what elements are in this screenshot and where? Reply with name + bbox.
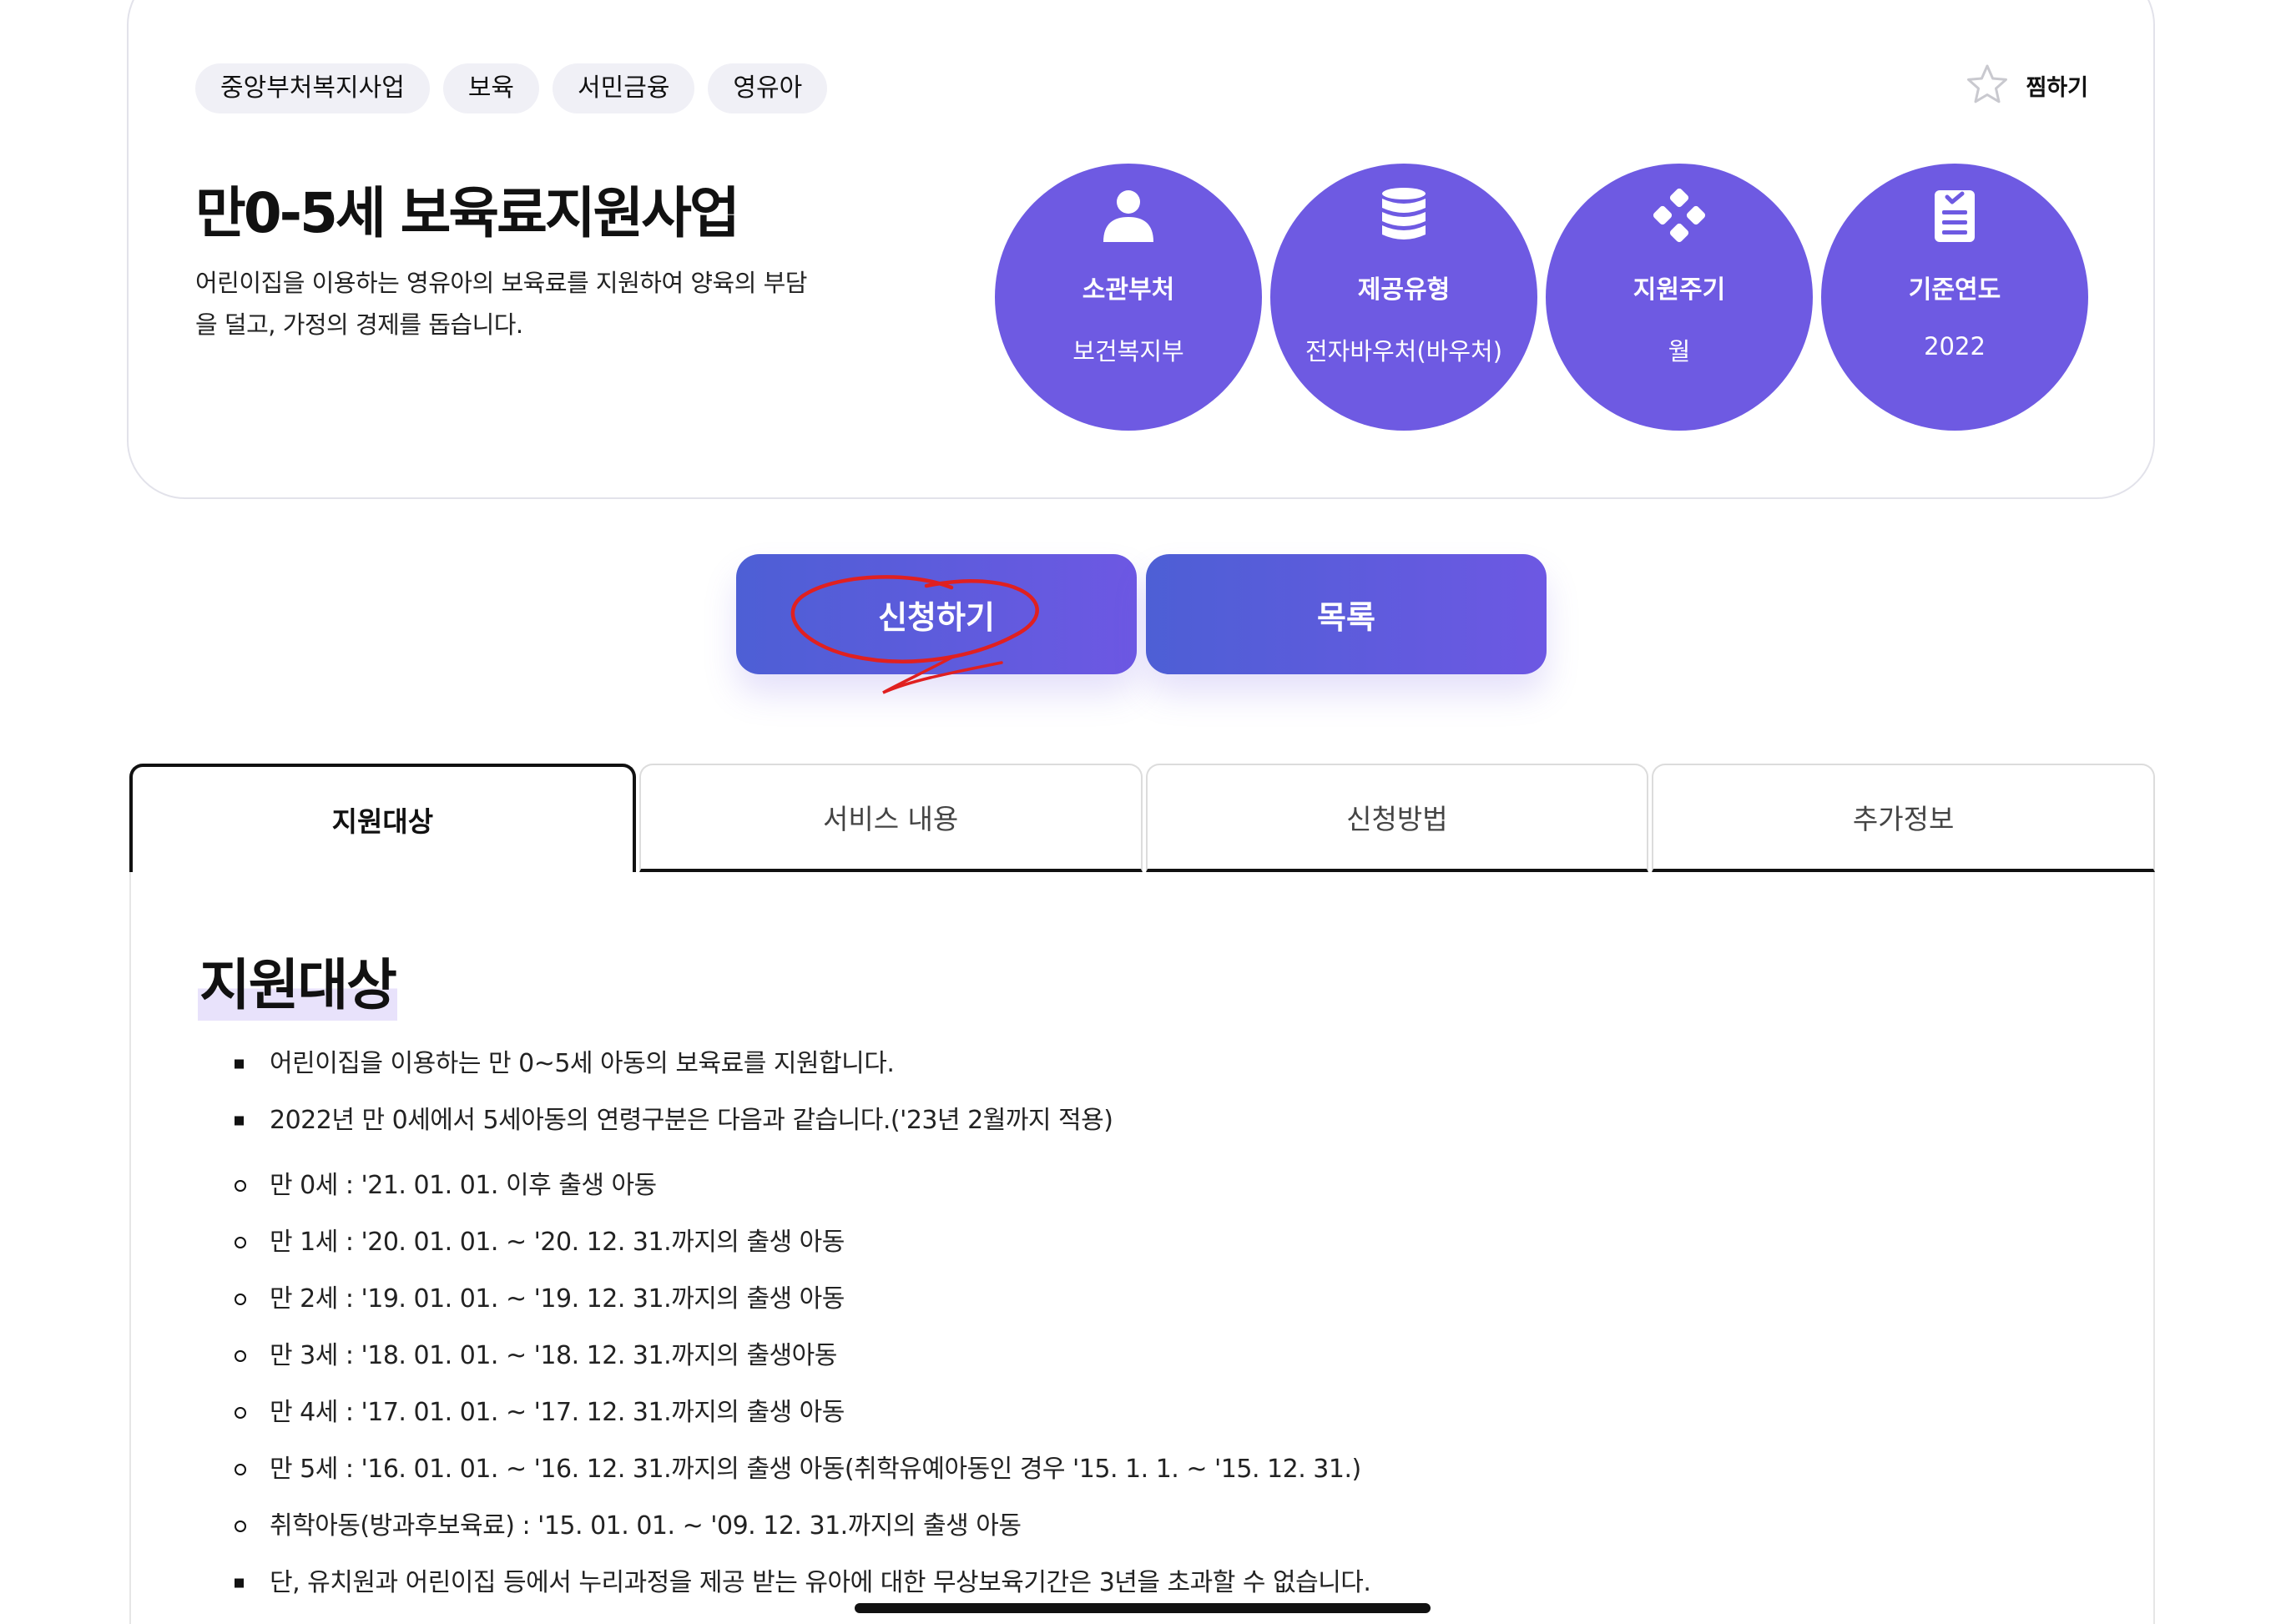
info-circles: 소관부처 보건복지부 제공유형 전자바우처(바우처) 지원주기 월 기준연도 2… bbox=[995, 164, 2088, 431]
info-value: 2022 bbox=[1924, 332, 1986, 361]
list-item: 만 3세 : '18. 01. 01. ~ '18. 12. 31.까지의 출생… bbox=[235, 1328, 2071, 1384]
diamond-cluster-icon bbox=[1653, 188, 1706, 243]
tab-how-to-apply[interactable]: 신청방법 bbox=[1145, 764, 1649, 872]
list-item: 만 5세 : '16. 01. 01. ~ '16. 12. 31.까지의 출생… bbox=[235, 1441, 2071, 1498]
circle-bullet-icon bbox=[235, 1237, 246, 1248]
info-label: 제공유형 bbox=[1357, 275, 1451, 305]
database-icon bbox=[1382, 188, 1426, 240]
tag-finance[interactable]: 서민금융 bbox=[553, 63, 695, 113]
list-item: 만 1세 : '20. 01. 01. ~ '20. 12. 31.까지의 출생… bbox=[235, 1214, 2071, 1271]
home-indicator[interactable] bbox=[855, 1603, 1431, 1613]
info-value: 보건복지부 bbox=[1072, 337, 1184, 366]
page: 중앙부처복지사업 보육 서민금융 영유아 찜하기 만0-5세 보육료지원사업 어… bbox=[0, 0, 2276, 1624]
content-tabs: 지원대상 서비스 내용 신청방법 추가정보 bbox=[129, 764, 2155, 872]
circle-bullet-icon bbox=[235, 1350, 246, 1362]
tab-service-content[interactable]: 서비스 내용 bbox=[638, 764, 1143, 872]
tab-eligibility[interactable]: 지원대상 bbox=[129, 764, 636, 872]
tag-list: 중앙부처복지사업 보육 서민금융 영유아 bbox=[195, 63, 828, 113]
info-label: 소관부처 bbox=[1082, 275, 1175, 305]
service-info-card: 중앙부처복지사업 보육 서민금융 영유아 찜하기 만0-5세 보육료지원사업 어… bbox=[127, 0, 2155, 499]
square-bullet-icon bbox=[235, 1116, 244, 1126]
circle-bullet-icon bbox=[235, 1180, 246, 1192]
list-item: 2022년 만 0세에서 5세아동의 연령구분은 다음과 같습니다.('23년 … bbox=[235, 1092, 2071, 1149]
list-item: 만 4세 : '17. 01. 01. ~ '17. 12. 31.까지의 출생… bbox=[235, 1384, 2071, 1441]
info-value: 월 bbox=[1668, 337, 1691, 366]
list-button[interactable]: 목록 bbox=[1146, 554, 1547, 674]
tab-content-panel: 지원대상 어린이집을 이용하는 만 0~5세 아동의 보육료를 지원합니다. 2… bbox=[129, 872, 2155, 1624]
list-item: 취학아동(방과후보육료) : '15. 01. 01. ~ '09. 12. 3… bbox=[235, 1498, 2071, 1555]
clipboard-icon bbox=[1935, 190, 1975, 242]
tag-childcare[interactable]: 보육 bbox=[442, 63, 540, 113]
tab-additional-info[interactable]: 추가정보 bbox=[1652, 764, 2155, 872]
list-item: 만 0세 : '21. 01. 01. 이후 출생 아동 bbox=[235, 1157, 2071, 1214]
info-support-cycle: 지원주기 월 bbox=[1546, 164, 1813, 431]
info-provide-type: 제공유형 전자바우처(바우처) bbox=[1270, 164, 1537, 431]
info-value: 전자바우처(바우처) bbox=[1305, 337, 1503, 366]
square-bullet-icon bbox=[235, 1059, 244, 1069]
list-item: 만 2세 : '19. 01. 01. ~ '19. 12. 31.까지의 출생… bbox=[235, 1271, 2071, 1328]
page-title: 만0-5세 보육료지원사업 bbox=[195, 181, 740, 245]
info-label: 지원주기 bbox=[1633, 275, 1726, 305]
tag-infant[interactable]: 영유아 bbox=[708, 63, 828, 113]
favorite-button[interactable]: 찜하기 bbox=[1964, 62, 2088, 108]
info-label: 기준연도 bbox=[1908, 275, 2001, 305]
circle-bullet-icon bbox=[235, 1294, 246, 1305]
section-title: 지원대상 bbox=[198, 941, 397, 1021]
square-bullet-icon bbox=[235, 1578, 244, 1588]
tag-central-welfare[interactable]: 중앙부처복지사업 bbox=[195, 63, 430, 113]
circle-bullet-icon bbox=[235, 1407, 246, 1419]
info-base-year: 기준연도 2022 bbox=[1821, 164, 2088, 431]
service-description: 어린이집을 이용하는 영유아의 보육료를 지원하여 양육의 부담을 덜고, 가정… bbox=[195, 269, 808, 339]
list-item: 어린이집을 이용하는 만 0~5세 아동의 보육료를 지원합니다. bbox=[235, 1036, 2071, 1092]
circle-bullet-icon bbox=[235, 1521, 246, 1532]
favorite-label: 찜하기 bbox=[2026, 74, 2088, 101]
apply-button[interactable]: 신청하기 bbox=[736, 554, 1137, 674]
person-icon bbox=[1103, 190, 1153, 242]
circle-bullet-icon bbox=[235, 1464, 246, 1475]
info-department: 소관부처 보건복지부 bbox=[995, 164, 1262, 431]
star-icon bbox=[1967, 64, 2008, 103]
eligibility-list: 어린이집을 이용하는 만 0~5세 아동의 보육료를 지원합니다. 2022년 … bbox=[235, 1036, 2071, 1611]
